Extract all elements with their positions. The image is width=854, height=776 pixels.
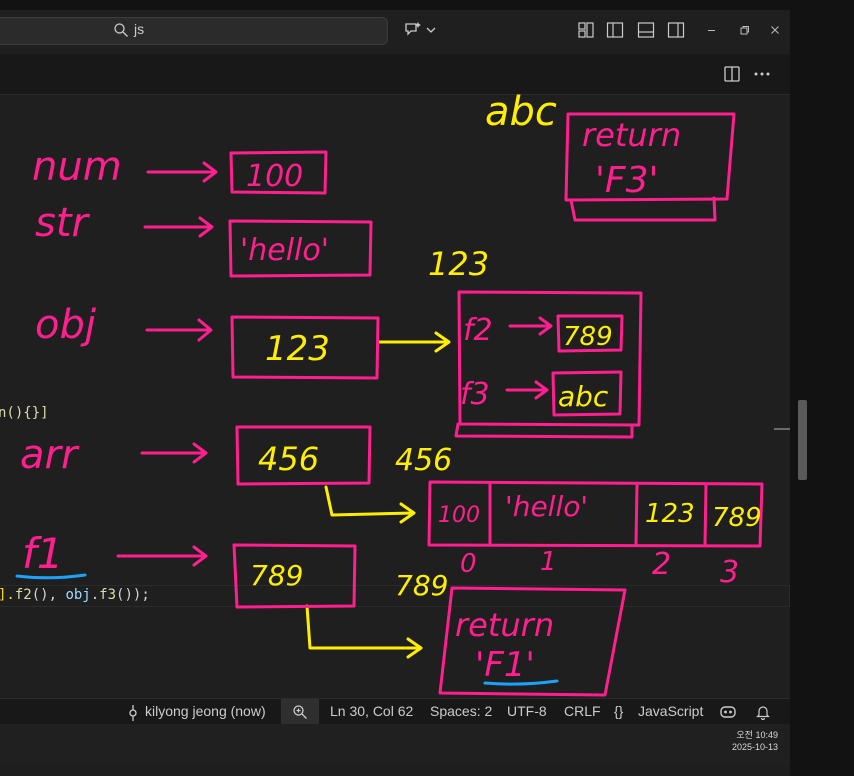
f1-return-keyword: return [455, 606, 554, 644]
arrow-f3 [505, 380, 549, 400]
label-obj: obj [35, 302, 97, 348]
arrow-f1-ref [305, 604, 423, 659]
abc-return-value: 'F3' [595, 160, 658, 201]
array-index-3: 3 [720, 555, 739, 590]
zoom-button[interactable] [281, 699, 319, 725]
array-index-1: 1 [540, 547, 557, 577]
git-blame-author[interactable]: kilyong jeong (now) [145, 703, 266, 719]
array-index-0: 0 [460, 549, 477, 579]
arrow-f2 [508, 316, 553, 336]
arrow-str [143, 216, 214, 238]
array-cell-3: 789 [712, 503, 762, 533]
system-clock[interactable]: 오전 10:49 2025-10-13 [732, 729, 778, 753]
prop-f2: f2 [463, 313, 493, 348]
file-encoding[interactable]: UTF-8 [507, 703, 547, 719]
cursor-position[interactable]: Ln 30, Col 62 [330, 703, 413, 719]
label-str: str [35, 200, 91, 246]
desktop-edge [790, 0, 854, 776]
clock-date: 2025-10-13 [731, 742, 778, 752]
addr-abc: abc [485, 89, 557, 135]
label-arr: arr [20, 432, 80, 478]
ref-obj: 123 [265, 329, 330, 369]
array-divider-3 [703, 482, 708, 547]
language-mode[interactable]: JavaScript [638, 703, 703, 719]
status-bar: kilyong jeong (now) Ln 30, Col 62 Spaces… [0, 698, 790, 725]
value-str: 'hello' [240, 233, 329, 268]
array-cell-0: 100 [438, 503, 480, 528]
arrow-obj [145, 318, 213, 342]
ref-f1: 789 [250, 559, 303, 592]
prop-f3: f3 [460, 377, 490, 412]
addr-456: 456 [395, 443, 452, 478]
array-cell-1: 'hello' [505, 490, 588, 523]
language-braces-icon: {} [614, 703, 624, 719]
value-num: 100 [246, 159, 303, 194]
notifications-bell-icon[interactable] [755, 704, 771, 720]
arrow-arr [140, 442, 208, 464]
label-f1: f1 [22, 529, 64, 578]
arrow-arr-ref [324, 485, 416, 524]
arrow-f1 [116, 545, 208, 567]
clock-time: 오전 10:49 [736, 730, 778, 740]
indentation[interactable]: Spaces: 2 [430, 703, 492, 719]
prop-f2-ref: 789 [563, 322, 613, 352]
ref-arr: 456 [258, 440, 319, 478]
handwritten-annotations: num str obj arr f1 100 'hello' 123 456 7… [15, 89, 764, 697]
prop-f3-ref: abc [558, 380, 609, 413]
array-index-2: 2 [652, 547, 671, 582]
abc-return-keyword: return [582, 116, 681, 154]
zoom-in-icon [293, 705, 307, 719]
label-num: num [32, 144, 122, 190]
os-taskbar: 오전 10:49 2025-10-13 [0, 724, 790, 764]
arrow-num [146, 161, 218, 183]
array-divider-2 [634, 482, 639, 547]
array-cell-2: 123 [645, 499, 695, 529]
addr-789: 789 [395, 569, 448, 602]
addr-123: 123 [428, 245, 489, 283]
copilot-icon[interactable] [719, 704, 737, 720]
arrow-obj-ref [376, 331, 451, 353]
git-commit-icon [129, 705, 137, 721]
vertical-scrollbar-thumb[interactable] [798, 400, 807, 480]
f1-return-value: 'F1' [475, 645, 535, 685]
end-of-line[interactable]: CRLF [564, 703, 601, 719]
